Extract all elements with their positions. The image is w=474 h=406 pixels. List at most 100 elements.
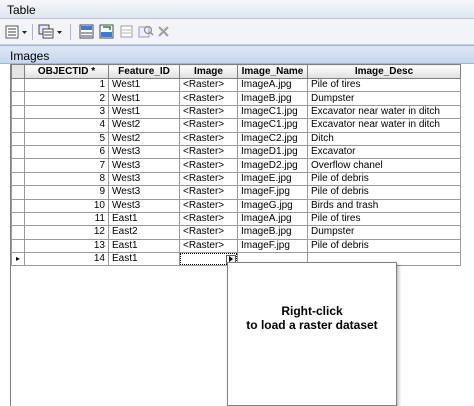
cell-image-desc[interactable]: Birds and trash: [307, 198, 461, 213]
cell-objectid[interactable]: 13: [24, 238, 109, 254]
empty-cell[interactable]: [24, 265, 109, 282]
cell-image-desc[interactable]: Ditch: [307, 131, 461, 146]
cell-objectid[interactable]: 11: [24, 211, 109, 227]
table-row[interactable]: 7 West3 <Raster> ImageD2.jpg Overflow chanel: [11, 158, 461, 173]
cell-image-desc[interactable]: Dumpster: [307, 91, 461, 106]
cell-image-desc[interactable]: Pile of debris: [307, 185, 461, 200]
cell-objectid[interactable]: 7: [24, 158, 109, 173]
cell-objectid[interactable]: 1: [24, 77, 109, 93]
row-selector-header[interactable]: [11, 64, 25, 79]
cell-image[interactable]: <Raster>: [179, 158, 238, 173]
row-selector[interactable]: [11, 265, 25, 282]
cell-feature-id[interactable]: West2: [108, 131, 180, 146]
row-selector[interactable]: [11, 211, 25, 227]
switch-selection-button[interactable]: [99, 24, 115, 40]
cell-image[interactable]: <Raster>: [179, 144, 238, 160]
related-tables-button[interactable]: [38, 24, 64, 40]
cell-image-name[interactable]: ImageG.jpg: [237, 198, 308, 213]
row-selector[interactable]: [11, 171, 25, 187]
cell-image-name[interactable]: ImageB.jpg: [237, 91, 308, 106]
row-selector[interactable]: [11, 91, 25, 106]
cell-image-desc[interactable]: Excavator near water in ditch: [307, 118, 461, 133]
cell-feature-id[interactable]: East2: [108, 225, 180, 240]
cell-feature-id[interactable]: East1: [108, 211, 180, 227]
row-selector[interactable]: [11, 144, 25, 160]
cell-feature-id[interactable]: West3: [108, 144, 180, 160]
cell-feature-id[interactable]: West1: [108, 104, 180, 120]
cell-image[interactable]: <Raster>: [179, 118, 238, 133]
table-row[interactable]: 3 West1 <Raster> ImageC1.jpg Excavator near …: [11, 104, 461, 120]
cell-image-name[interactable]: ImageD1.jpg: [237, 144, 308, 160]
row-selector[interactable]: [11, 225, 25, 240]
table-row[interactable]: 5 West2 <Raster> ImageC2.jpg Ditch: [11, 131, 461, 146]
cell-objectid[interactable]: 2: [24, 91, 109, 106]
cell-image-name[interactable]: ImageC1.jpg: [237, 118, 308, 133]
cell-objectid[interactable]: 9: [24, 185, 109, 200]
cell-objectid[interactable]: 4: [24, 118, 109, 133]
cell-feature-id[interactable]: East1: [108, 238, 180, 254]
cell-objectid[interactable]: 12: [24, 225, 109, 240]
cell-image-desc[interactable]: Pile of tires: [307, 77, 461, 93]
cell-image[interactable]: <Raster>: [179, 238, 238, 254]
cell-image-name[interactable]: ImageF.jpg: [237, 185, 308, 200]
cell-feature-id[interactable]: West1: [108, 77, 180, 93]
cell-objectid[interactable]: 14: [24, 252, 109, 267]
cell-image-name[interactable]: ImageA.jpg: [237, 77, 308, 93]
cell-objectid[interactable]: 5: [24, 131, 109, 146]
cell-image-desc[interactable]: Dumpster: [307, 225, 461, 240]
cell-image[interactable]: <Raster>: [179, 104, 238, 120]
cell-image-name[interactable]: ImageD2.jpg: [237, 158, 308, 173]
cell-objectid[interactable]: 3: [24, 104, 109, 120]
table-row[interactable]: 9 West3 <Raster> ImageF.jpg Pile of debris: [11, 185, 461, 200]
table-row[interactable]: 13 East1 <Raster> ImageF.jpg Pile of debris: [11, 238, 461, 254]
cell-image-desc[interactable]: Excavator near water in ditch: [307, 104, 461, 120]
empty-cell[interactable]: [108, 265, 180, 282]
cell-feature-id[interactable]: East1: [108, 252, 180, 267]
column-header-image-desc[interactable]: Image_Desc: [307, 64, 461, 79]
row-selector[interactable]: [11, 104, 25, 120]
cell-image-desc[interactable]: Pile of tires: [307, 211, 461, 227]
cell-image[interactable]: <Raster>: [179, 77, 238, 93]
cell-image-name[interactable]: ImageC2.jpg: [237, 131, 308, 146]
cell-image-name[interactable]: ImageB.jpg: [237, 225, 308, 240]
cell-image[interactable]: <Raster>: [179, 185, 238, 200]
row-selector[interactable]: [11, 198, 25, 213]
row-selector[interactable]: [11, 77, 25, 93]
cell-objectid[interactable]: 10: [24, 198, 109, 213]
column-header-image[interactable]: Image: [179, 64, 238, 79]
cell-image[interactable]: <Raster>: [179, 131, 238, 146]
cell-image-desc[interactable]: Excavator: [307, 144, 461, 160]
table-row[interactable]: 1 West1 <Raster> ImageA.jpg Pile of tires: [11, 77, 461, 93]
table-options-button[interactable]: [5, 24, 29, 40]
row-selector[interactable]: [11, 131, 25, 146]
table-row[interactable]: 4 West2 <Raster> ImageC1.jpg Excavator near …: [11, 118, 461, 133]
cell-feature-id[interactable]: West3: [108, 185, 180, 200]
cell-image-name[interactable]: ImageE.jpg: [237, 171, 308, 187]
cell-image-desc[interactable]: Pile of debris: [307, 171, 461, 187]
table-row[interactable]: 12 East2 <Raster> ImageB.jpg Dumpster: [11, 225, 461, 240]
cell-image[interactable]: <Raster>: [179, 171, 238, 187]
table-row[interactable]: 6 West3 <Raster> ImageD1.jpg Excavator: [11, 144, 461, 160]
cell-image-desc[interactable]: Pile of debris: [307, 238, 461, 254]
cell-feature-id[interactable]: West3: [108, 171, 180, 187]
cell-image[interactable]: <Raster>: [179, 198, 238, 213]
row-selector[interactable]: [11, 158, 25, 173]
cell-feature-id[interactable]: West2: [108, 118, 180, 133]
delete-selected-button[interactable]: [157, 24, 171, 40]
cell-objectid[interactable]: 6: [24, 144, 109, 160]
cell-image-desc[interactable]: Overflow chanel: [307, 158, 461, 173]
cell-objectid[interactable]: 8: [24, 171, 109, 187]
cell-feature-id[interactable]: West1: [108, 91, 180, 106]
cell-image-name[interactable]: ImageA.jpg: [237, 211, 308, 227]
cell-image-name[interactable]: ImageF.jpg: [237, 238, 308, 254]
column-header-image-name[interactable]: Image_Name: [237, 64, 308, 79]
select-by-attributes-button[interactable]: [79, 24, 95, 40]
table-row[interactable]: 11 East1 <Raster> ImageA.jpg Pile of tires: [11, 211, 461, 227]
cell-feature-id[interactable]: West3: [108, 158, 180, 173]
table-row[interactable]: 8 West3 <Raster> ImageE.jpg Pile of debris: [11, 171, 461, 187]
row-selector[interactable]: [11, 118, 25, 133]
cell-image[interactable]: <Raster>: [179, 91, 238, 106]
cell-feature-id[interactable]: West3: [108, 198, 180, 213]
clear-selection-button[interactable]: [119, 24, 135, 40]
table-tab-images[interactable]: Images: [0, 45, 474, 64]
